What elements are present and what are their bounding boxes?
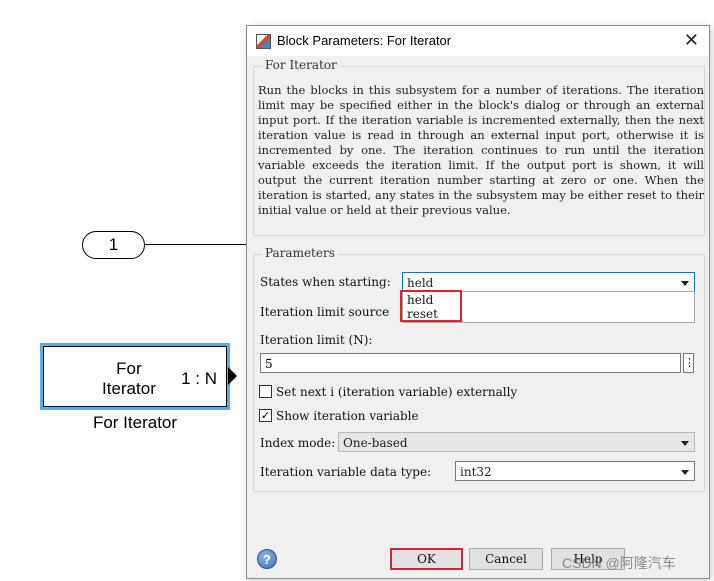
block-name-line1: For xyxy=(116,359,142,378)
description-group-title: For Iterator xyxy=(262,58,340,72)
simulink-app-icon xyxy=(256,34,271,49)
data-type-value: int32 xyxy=(460,465,492,479)
block-caption[interactable]: For Iterator xyxy=(40,413,230,433)
help-question-icon[interactable]: ? xyxy=(257,549,277,569)
title-bar[interactable]: Block Parameters: For Iterator ✕ xyxy=(247,26,709,56)
data-type-label: Iteration variable data type: xyxy=(260,465,432,479)
states-when-starting-label: States when starting: xyxy=(260,275,391,289)
set-next-label: Set next i (iteration variable) external… xyxy=(276,385,518,399)
close-icon[interactable]: ✕ xyxy=(684,30,699,51)
states-selected-value: held xyxy=(407,276,434,290)
index-mode-value: One-based xyxy=(343,436,408,450)
parameters-group-title: Parameters xyxy=(262,246,338,260)
for-iterator-selection[interactable]: For Iterator 1 : N xyxy=(40,343,230,410)
signal-line[interactable] xyxy=(145,244,247,245)
cancel-button[interactable]: Cancel xyxy=(469,548,543,570)
chevron-down-icon xyxy=(681,281,689,286)
iteration-limit-label: Iteration limit (N): xyxy=(260,333,373,347)
inport-block[interactable]: 1 xyxy=(82,231,145,259)
checkmark-icon: ✓ xyxy=(260,409,271,422)
states-when-starting-select[interactable]: held xyxy=(402,272,695,292)
block-description: Run the blocks in this subsystem for a n… xyxy=(258,83,704,217)
port-label: 1 : N xyxy=(181,369,217,388)
ok-button[interactable]: OK xyxy=(390,548,463,570)
annotation-highlight-box xyxy=(400,290,462,322)
index-mode-select[interactable]: One-based xyxy=(338,432,695,452)
block-name: For Iterator xyxy=(102,359,156,399)
block-parameters-dialog: Block Parameters: For Iterator ✕ For Ite… xyxy=(246,25,710,579)
more-options-icon[interactable]: ⋮ xyxy=(683,353,695,373)
iteration-limit-input[interactable]: 5 xyxy=(260,353,681,373)
set-next-checkbox[interactable] xyxy=(259,385,272,398)
output-port-arrow-icon[interactable] xyxy=(228,367,237,385)
iteration-limit-value: 5 xyxy=(265,357,273,371)
dialog-title: Block Parameters: For Iterator xyxy=(277,33,452,48)
show-iteration-variable-label: Show iteration variable xyxy=(276,409,419,423)
data-type-select[interactable]: int32 xyxy=(455,461,695,481)
chevron-down-icon xyxy=(681,441,689,446)
csdn-watermark: CSDN @阿隆汽车 xyxy=(562,555,676,571)
for-iterator-block[interactable]: For Iterator 1 : N xyxy=(43,346,227,407)
block-name-line2: Iterator xyxy=(102,379,156,398)
chevron-down-icon xyxy=(681,470,689,475)
iteration-limit-source-label: Iteration limit source xyxy=(260,305,390,319)
index-mode-label: Index mode: xyxy=(260,436,336,450)
inport-number: 1 xyxy=(108,235,119,254)
show-iteration-variable-checkbox[interactable]: ✓ xyxy=(259,409,272,422)
